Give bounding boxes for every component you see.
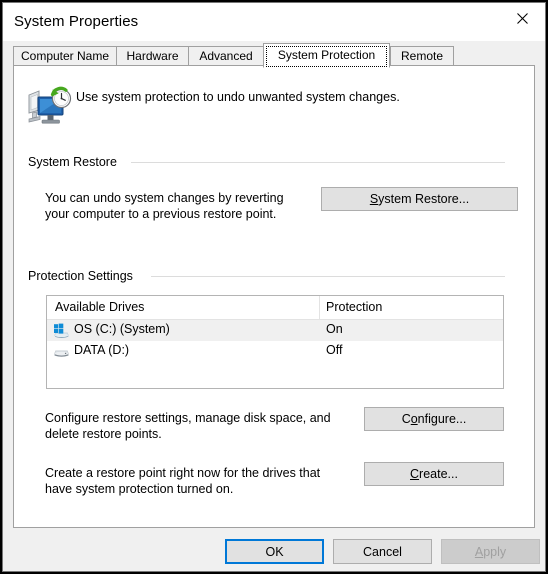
create-button-accel: C <box>410 467 420 481</box>
tab-strip: Computer Name Hardware Advanced System P… <box>3 41 545 68</box>
group-divider-protection-settings <box>151 276 505 277</box>
dialog-footer: OK Cancel Apply <box>3 528 545 571</box>
tab-label: Hardware <box>126 49 179 63</box>
available-drives-list[interactable]: Available Drives Protection OS (C:) (Sys… <box>46 295 504 389</box>
configure-description: Configure restore settings, manage disk … <box>45 410 365 442</box>
tab-label: System Protection <box>277 48 376 62</box>
column-header-protection[interactable]: Protection <box>326 300 382 314</box>
system-restore-button[interactable]: System Restore... <box>321 187 518 211</box>
configure-button[interactable]: Co nfigure... <box>364 407 504 431</box>
group-divider-system-restore <box>131 162 505 163</box>
system-restore-icon <box>26 86 74 128</box>
tab-remote[interactable]: Remote <box>390 46 454 67</box>
apply-button: Apply <box>441 539 540 564</box>
tab-label: Advanced <box>199 49 253 63</box>
create-description: Create a restore point right now for the… <box>45 465 365 497</box>
system-drive-icon <box>53 323 70 339</box>
panel-header: Use system protection to undo unwanted s… <box>14 66 534 124</box>
tab-computer-name[interactable]: Computer Name <box>13 46 117 67</box>
configure-description-line2: delete restore points. <box>45 427 162 441</box>
system-restore-description: You can undo system changes by reverting… <box>45 190 315 222</box>
group-label-protection-settings: Protection Settings <box>28 269 140 283</box>
create-description-line2: have system protection turned on. <box>45 482 234 496</box>
column-divider[interactable] <box>319 296 320 320</box>
system-restore-button-accel: S <box>369 192 379 206</box>
system-restore-description-line2: your computer to a previous restore poin… <box>45 207 277 221</box>
table-row[interactable]: OS (C:) (System) On <box>47 320 503 341</box>
system-restore-description-line1: You can undo system changes by reverting <box>45 191 284 205</box>
tab-label: Remote <box>400 49 444 63</box>
tab-system-protection[interactable]: System Protection <box>263 43 390 68</box>
drives-list-header: Available Drives Protection <box>47 296 503 320</box>
cancel-button-label: Cancel <box>363 544 402 559</box>
tab-advanced[interactable]: Advanced <box>188 46 264 67</box>
configure-button-label: nfigure... <box>417 412 467 426</box>
system-properties-window: System Properties Computer Name Hardware… <box>2 2 546 572</box>
group-label-system-restore: System Restore <box>28 155 124 169</box>
panel-header-caption: Use system protection to undo unwanted s… <box>76 90 400 104</box>
create-button[interactable]: Create... <box>364 462 504 486</box>
system-protection-panel: Use system protection to undo unwanted s… <box>13 65 535 528</box>
close-icon[interactable] <box>499 3 545 33</box>
configure-button-accel: o <box>410 412 418 426</box>
configure-description-line1: Configure restore settings, manage disk … <box>45 411 331 425</box>
apply-button-accel: A <box>474 544 484 559</box>
window-title: System Properties <box>14 13 139 30</box>
title-bar: System Properties <box>3 3 545 41</box>
column-header-available-drives[interactable]: Available Drives <box>55 300 144 314</box>
table-row[interactable]: DATA (D:) Off <box>47 341 503 362</box>
drive-icon <box>53 344 70 360</box>
drive-protection-status: On <box>326 322 343 336</box>
ok-button-label: OK <box>265 544 284 559</box>
drive-name: DATA (D:) <box>74 343 130 357</box>
drive-name: OS (C:) (System) <box>74 322 170 336</box>
cancel-button[interactable]: Cancel <box>333 539 432 564</box>
ok-button[interactable]: OK <box>225 539 324 564</box>
tab-hardware[interactable]: Hardware <box>116 46 189 67</box>
system-restore-button-label: ystem Restore... <box>378 192 470 206</box>
create-description-line1: Create a restore point right now for the… <box>45 466 321 480</box>
drive-protection-status: Off <box>326 343 343 357</box>
create-button-label: reate... <box>419 467 458 481</box>
tab-label: Computer Name <box>20 49 110 63</box>
apply-button-label: pply <box>483 544 507 559</box>
configure-button-pre: C <box>401 412 411 426</box>
